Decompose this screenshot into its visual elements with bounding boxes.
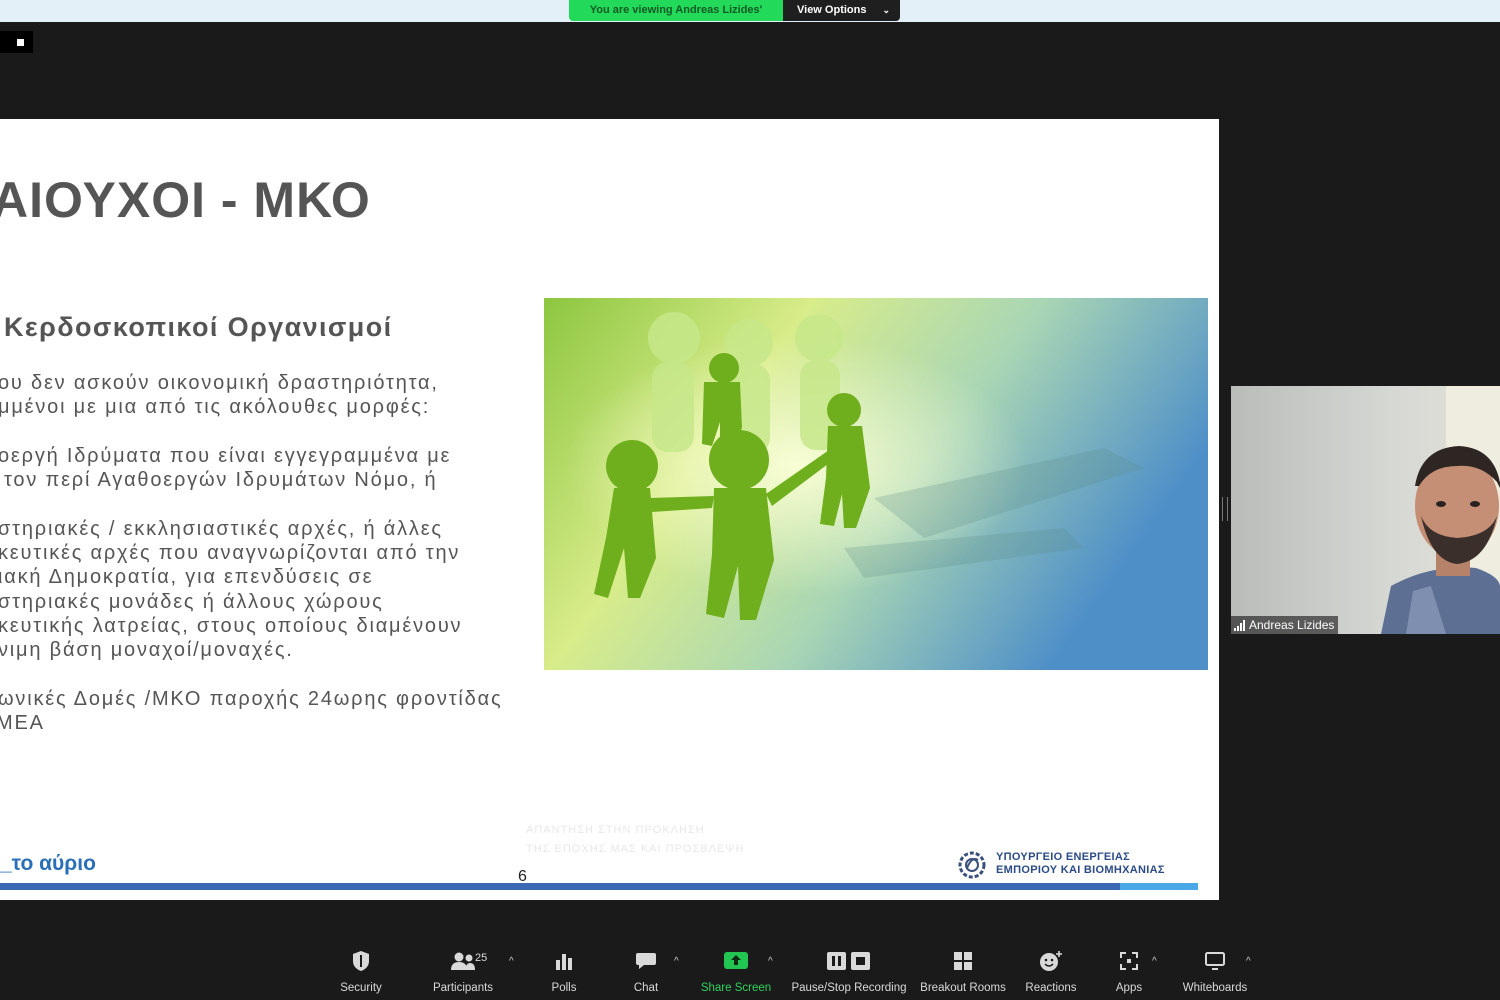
participant-name: Andreas Lizides [1249,618,1335,632]
slide-text-line: στηριακές / εκκλησιαστικές αρχές, ή άλλε… [0,518,443,540]
chat-bubble-icon [630,948,662,974]
security-button[interactable]: Security [338,948,384,994]
view-options-label: View Options [797,4,867,16]
share-screen-label: Share Screen [700,982,772,994]
chevron-down-icon: ⌄ [882,5,890,15]
apps-icon [1112,948,1146,974]
whiteboards-caret-up-icon[interactable]: ^ [1246,956,1251,967]
faded-slogan-line: ΤΗΣ ΕΠΟΧΗΣ ΜΑΣ ΚΑΙ ΠΡΟΣΒΛΕΨΗ [526,843,745,855]
security-label: Security [340,982,382,994]
smiley-plus-icon [1024,948,1078,974]
slide-title: ΑΙΟΥΧΟΙ - ΜΚΟ [0,172,371,228]
view-options-button[interactable]: View Options ⌄ [783,0,900,21]
slide-text-line: κευτικές αρχές που αναγνωρίζονται από τη… [0,542,461,564]
reactions-button[interactable]: Reactions [1024,948,1078,994]
participant-video[interactable]: Andreas Lizides [1231,386,1500,634]
slide-text-line: ωνικές Δομές /ΜΚΟ παροχής 24ωρης φροντίδ… [0,688,503,710]
pause-stop-recording-label: Pause/Stop Recording [791,982,907,994]
pause-stop-recording-button[interactable]: Pause/Stop Recording [790,948,908,994]
stop-icon[interactable] [0,31,33,53]
viewing-status-text: You are viewing Andreas Lizides' screen [569,0,783,21]
chat-label: Chat [633,982,659,994]
slide-subtitle: Κερδοσκοπικοί Οργανισμοί [4,312,393,342]
whiteboards-button[interactable]: Whiteboards [1180,948,1250,994]
signal-strength-icon [1234,619,1245,631]
meeting-toolbar: Security 25 Participants ^ Polls Chat ^ … [0,938,1500,1000]
participant-video-image [1231,386,1500,634]
ministry-logo-icon [958,851,986,879]
breakout-rooms-button[interactable]: Breakout Rooms [918,948,1008,994]
viewing-banner: You are viewing Andreas Lizides' screen … [569,0,900,21]
breakout-rooms-label: Breakout Rooms [920,982,1006,994]
apps-label: Apps [1115,982,1143,994]
share-screen-icon [700,948,772,974]
slide-text-line: κευτικής λατρείας, στους οποίους διαμένο… [0,615,463,637]
shield-icon [338,948,384,974]
chat-button[interactable]: Chat [630,948,662,994]
share-screen-button[interactable]: Share Screen [700,948,772,994]
slide-text-line: ΜΕΑ [0,712,45,734]
ministry-name-line2: ΕΜΠΟΡΙΟΥ ΚΑΙ ΒΙΟΜΗΧΑΝΙΑΣ [996,864,1165,876]
participant-name-label: Andreas Lizides [1231,616,1339,634]
pause-stop-icon [790,948,908,974]
whiteboard-icon [1180,948,1250,974]
polls-label: Polls [551,982,577,994]
slide-text-line: ου δεν ασκούν οικονομική δραστηριότητα, [0,372,439,394]
slide-text-line: νιμη βάση μοναχοί/μοναχές. [0,639,294,661]
resize-handle[interactable] [1222,497,1228,521]
reactions-label: Reactions [1025,982,1077,994]
share-caret-up-icon[interactable]: ^ [768,956,773,967]
apps-caret-up-icon[interactable]: ^ [1152,956,1157,967]
whiteboards-label: Whiteboards [1182,982,1248,994]
slide-text-line: στηριακές μονάδες ή άλλους χώρους [0,591,384,613]
paper-people-image [544,298,1208,670]
apps-button[interactable]: Apps [1112,948,1146,994]
polls-button[interactable]: Polls [548,948,580,994]
slide-bottom-bar-accent [1120,883,1198,890]
ministry-name-line1: ΥΠΟΥΡΓΕΙΟ ΕΝΕΡΓΕΙΑΣ [996,851,1131,863]
polls-bar-chart-icon [548,948,580,974]
participants-count: 25 [475,952,488,964]
slide-text-line: ιακή Δημοκρατία, για επενδύσεις σε [0,566,374,588]
faded-slogan-line: ΑΠΑΝΤΗΣΗ ΣΤΗΝ ΠΡΟΚΛΗΣΗ [526,824,705,836]
slide-text-line: οεργή Ιδρύματα που είναι εγγεγραμμένα με [0,445,452,467]
participants-button[interactable]: 25 Participants [430,948,496,994]
participants-label: Participants [432,982,494,994]
chat-caret-up-icon[interactable]: ^ [674,956,679,967]
slide-footer-slogan: _το αύριο [0,852,96,875]
slide-text-line: μμένοι με μια από τις ακόλουθες μορφές: [0,396,431,418]
slide-bottom-bar [0,883,1120,890]
participants-caret-up-icon[interactable]: ^ [509,956,514,967]
shared-slide: ΑΙΟΥΧΟΙ - ΜΚΟ Κερδοσκοπικοί Οργανισμοί ο… [0,119,1219,900]
breakout-grid-icon [918,948,1008,974]
slide-text-line: τον περί Αγαθοεργών Ιδρυμάτων Νόμο, ή [4,469,438,491]
